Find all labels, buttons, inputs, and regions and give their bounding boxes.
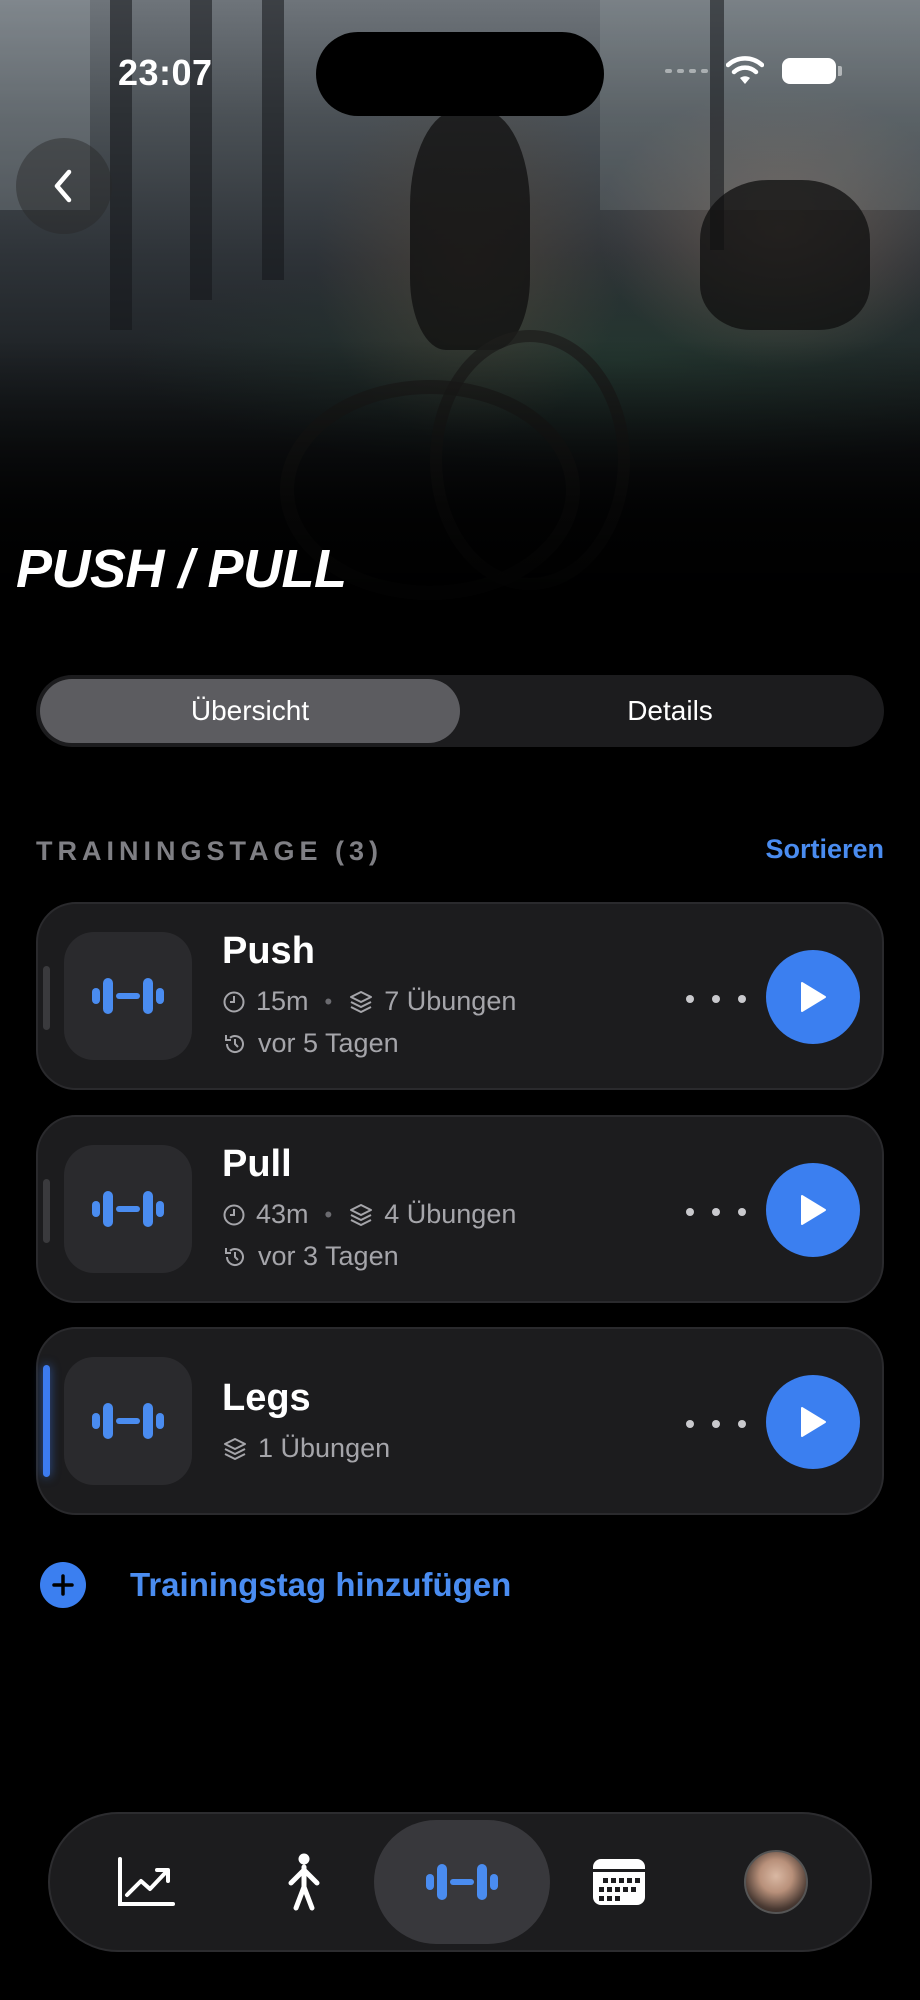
cellular-signal-icon: [665, 69, 708, 73]
add-training-day-label: Trainingstag hinzufügen: [130, 1566, 512, 1603]
dynamic-island: [316, 32, 604, 116]
training-day-meta: 43m • 4 Übungen: [222, 1199, 516, 1230]
last-trained-text: vor 3 Tagen: [258, 1241, 399, 1271]
play-icon: [801, 1407, 826, 1437]
tab-bar: [48, 1812, 872, 1952]
sort-button[interactable]: Sortieren: [765, 834, 884, 865]
play-icon: [801, 982, 826, 1012]
layers-icon: [350, 990, 373, 1013]
clock-icon: [223, 1204, 245, 1225]
play-icon: [801, 1195, 826, 1225]
drag-handle[interactable]: [43, 1179, 50, 1243]
dumbbell-icon: [92, 978, 164, 1014]
section-title: TRAININGSTAGE (3): [36, 836, 383, 866]
dumbbell-icon: [426, 1864, 498, 1900]
workout-icon-tile: [64, 1145, 192, 1273]
start-workout-button[interactable]: [766, 1163, 860, 1257]
history-icon: [225, 1247, 244, 1266]
add-training-day-button[interactable]: Trainingstag hinzufügen: [40, 1562, 511, 1608]
status-indicators: [665, 56, 842, 86]
wifi-icon: [726, 56, 764, 84]
chart-icon: [118, 1857, 175, 1906]
training-day-name: Push: [222, 930, 315, 972]
separator-dot: •: [324, 1201, 333, 1227]
tab-statistics[interactable]: [86, 1814, 206, 1950]
training-day-card-push[interactable]: Push 15m • 7 Übungen vor 5 Tagen: [36, 902, 884, 1090]
status-time: 23:07: [118, 52, 213, 93]
drag-handle-active[interactable]: [43, 1365, 50, 1477]
training-day-name: Pull: [222, 1143, 292, 1185]
back-button[interactable]: [16, 138, 112, 234]
tab-details[interactable]: Details: [460, 679, 880, 743]
training-day-name: Legs: [222, 1377, 311, 1419]
calendar-icon: [593, 1859, 645, 1905]
drag-handle[interactable]: [43, 966, 50, 1030]
last-trained: vor 5 Tagen: [222, 1028, 399, 1059]
training-day-card-legs[interactable]: Legs 1 Übungen: [36, 1327, 884, 1515]
dumbbell-icon: [92, 1403, 164, 1439]
chevron-left-icon: [54, 169, 72, 203]
exercise-count: 4 Übungen: [384, 1199, 517, 1229]
clock-icon: [223, 991, 245, 1012]
start-workout-button[interactable]: [766, 950, 860, 1044]
workout-icon-tile: [64, 932, 192, 1060]
duration-text: 43m: [256, 1199, 309, 1229]
dumbbell-icon: [92, 1191, 164, 1227]
start-workout-button[interactable]: [766, 1375, 860, 1469]
figure-icon: [288, 1853, 320, 1911]
battery-icon: [782, 58, 842, 84]
tab-workouts[interactable]: [374, 1820, 550, 1944]
history-icon: [225, 1034, 244, 1053]
training-day-meta: 15m • 7 Übungen: [222, 986, 516, 1017]
view-segmented-control: Übersicht Details: [36, 675, 884, 747]
last-trained: vor 3 Tagen: [222, 1241, 399, 1272]
duration-text: 15m: [256, 986, 309, 1016]
tab-calendar[interactable]: [559, 1814, 679, 1950]
tab-overview[interactable]: Übersicht: [40, 679, 460, 743]
tab-body[interactable]: [244, 1814, 364, 1950]
training-day-meta: 1 Übungen: [222, 1433, 390, 1464]
plus-circle-icon: [40, 1562, 86, 1608]
page-title: PUSH / PULL: [16, 539, 347, 599]
tab-profile[interactable]: [716, 1814, 836, 1950]
layers-icon: [350, 1203, 373, 1226]
more-options-button[interactable]: [686, 1409, 746, 1439]
exercise-count: 1 Übungen: [258, 1433, 391, 1463]
workout-icon-tile: [64, 1357, 192, 1485]
training-day-card-pull[interactable]: Pull 43m • 4 Übungen vor 3 Tagen: [36, 1115, 884, 1303]
more-options-button[interactable]: [686, 984, 746, 1014]
layers-icon: [224, 1437, 246, 1460]
exercise-count: 7 Übungen: [384, 986, 517, 1016]
separator-dot: •: [324, 988, 333, 1014]
avatar: [744, 1850, 808, 1914]
more-options-button[interactable]: [686, 1197, 746, 1227]
last-trained-text: vor 5 Tagen: [258, 1028, 399, 1058]
